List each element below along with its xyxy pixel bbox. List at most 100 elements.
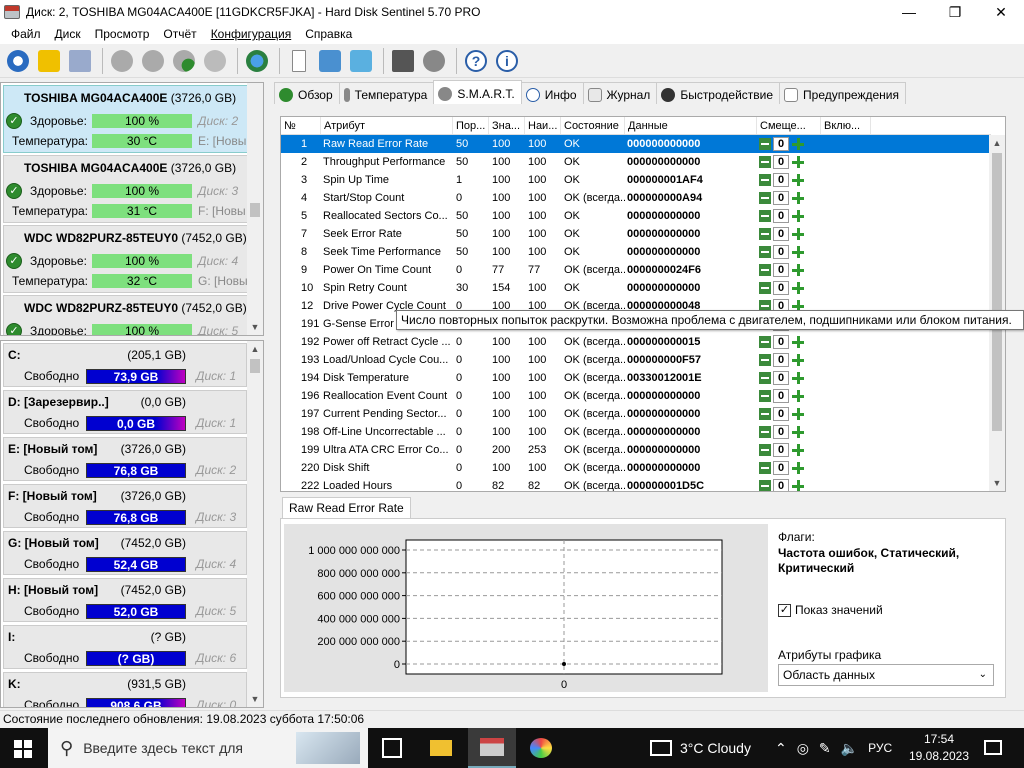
col-status[interactable]: Состояние [561, 117, 625, 134]
volume-card[interactable]: H: [Новый том] (7452,0 GB) Свободно 52,0… [3, 578, 247, 622]
minus-icon[interactable] [759, 228, 771, 240]
offset-value[interactable]: 0 [773, 155, 789, 169]
minus-icon[interactable] [759, 246, 771, 258]
plus-icon[interactable] [792, 390, 804, 402]
volume-icon[interactable]: 🔈 [841, 740, 858, 757]
table-row[interactable]: ✓ 197 Current Pending Sector... 0 100 10… [281, 405, 991, 423]
plus-icon[interactable] [792, 156, 804, 168]
windows-start-icon[interactable] [14, 740, 32, 758]
menu-disk[interactable]: Диск [48, 27, 88, 41]
table-row[interactable]: ✓ 198 Off-Line Uncorrectable ... 0 100 1… [281, 423, 991, 441]
minus-icon[interactable] [759, 156, 771, 168]
plus-icon[interactable] [792, 336, 804, 348]
graph-attr-select[interactable]: Область данных ⌄ [778, 664, 994, 686]
network-icon[interactable]: ◎ [797, 740, 809, 757]
task-view-icon[interactable] [382, 738, 402, 758]
minus-icon[interactable] [759, 192, 771, 204]
table-row[interactable]: ✓ 10 Spin Retry Count 30 154 100 OK 0000… [281, 279, 991, 297]
plus-icon[interactable] [792, 210, 804, 222]
tab-smart[interactable]: S.M.A.R.T. [433, 80, 522, 104]
minus-icon[interactable] [759, 138, 771, 150]
disk-card[interactable]: WDC WD82PURZ-85TEUY0 (7452,0 GB) ✓ Здоро… [3, 225, 249, 293]
col-value[interactable]: Зна... [489, 117, 525, 134]
minus-icon[interactable] [759, 210, 771, 222]
table-row[interactable]: ✓ 7 Seek Error Rate 50 100 100 OK 000000… [281, 225, 991, 243]
plus-icon[interactable] [792, 228, 804, 240]
offset-value[interactable]: 0 [773, 209, 789, 223]
disk-card[interactable]: TOSHIBA MG04ACA400E (3726,0 GB) ✓ Здоров… [3, 85, 253, 153]
col-data[interactable]: Данные [625, 117, 757, 134]
plus-icon[interactable] [792, 174, 804, 186]
menu-file[interactable]: Файл [4, 27, 48, 41]
table-row[interactable]: 222 Loaded Hours 0 82 82 OK (всегда... 0… [281, 477, 991, 491]
offset-value[interactable]: 0 [773, 461, 789, 475]
refresh-icon[interactable] [4, 47, 32, 75]
plus-icon[interactable] [792, 192, 804, 204]
offset-value[interactable]: 0 [773, 245, 789, 259]
menu-help[interactable]: Справка [298, 27, 359, 41]
report-icon[interactable] [285, 47, 313, 75]
table-row[interactable]: ✓ 3 Spin Up Time 1 100 100 OK 000000001A… [281, 171, 991, 189]
volume-card[interactable]: F: [Новый том] (3726,0 GB) Свободно 76,8… [3, 484, 247, 528]
table-row[interactable]: 9 Power On Time Count 0 77 77 OK (всегда… [281, 261, 991, 279]
taskbar-hds-app[interactable] [468, 728, 516, 768]
volume-list-scrollbar[interactable]: ▲ ▼ [247, 341, 263, 707]
monitor-icon[interactable] [389, 47, 417, 75]
scroll-down-icon[interactable]: ▼ [989, 475, 1005, 491]
plus-icon[interactable] [792, 246, 804, 258]
plus-icon[interactable] [792, 408, 804, 420]
file-explorer-icon[interactable] [430, 740, 452, 756]
menu-view[interactable]: Просмотр [88, 27, 157, 41]
tab-temperature[interactable]: Температура [338, 82, 435, 104]
disk-settings-icon[interactable] [201, 47, 229, 75]
plus-icon[interactable] [792, 480, 804, 491]
plus-icon[interactable] [792, 264, 804, 276]
scroll-up-icon[interactable]: ▲ [247, 341, 263, 357]
disk-list-scrollbar[interactable]: ▼ [247, 83, 263, 335]
language-indicator[interactable]: РУС [868, 741, 892, 755]
volume-card[interactable]: I: (? GB) Свободно (? GB) Диск: 6 [3, 625, 247, 669]
offset-value[interactable]: 0 [773, 479, 789, 491]
tab-alerts[interactable]: Предупреждения [779, 82, 906, 104]
offset-value[interactable]: 0 [773, 173, 789, 187]
minus-icon[interactable] [759, 444, 771, 456]
sound-icon[interactable] [420, 47, 448, 75]
table-row[interactable]: ✓ 5 Reallocated Sectors Co... 50 100 100… [281, 207, 991, 225]
minus-icon[interactable] [759, 390, 771, 402]
minus-icon[interactable] [759, 282, 771, 294]
table-row[interactable]: ✓ 1 Raw Read Error Rate 50 100 100 OK 00… [281, 135, 991, 153]
scroll-down-icon[interactable]: ▼ [247, 691, 263, 707]
plus-icon[interactable] [792, 462, 804, 474]
table-row[interactable]: 193 Load/Unload Cycle Cou... 0 100 100 O… [281, 351, 991, 369]
disk-check-icon[interactable] [170, 47, 198, 75]
minus-icon[interactable] [759, 372, 771, 384]
plus-icon[interactable] [792, 372, 804, 384]
offset-value[interactable]: 0 [773, 335, 789, 349]
paint-icon[interactable] [530, 738, 552, 758]
disk-test-icon[interactable] [108, 47, 136, 75]
scroll-down-icon[interactable]: ▼ [247, 319, 263, 335]
minus-icon[interactable] [759, 336, 771, 348]
col-offset[interactable]: Смеще... [757, 117, 821, 134]
weather-text[interactable]: 3°C Cloudy [680, 740, 751, 756]
offset-value[interactable]: 0 [773, 371, 789, 385]
offset-value[interactable]: 0 [773, 353, 789, 367]
menu-config[interactable]: Конфигурация [204, 27, 299, 41]
volume-card[interactable]: E: [Новый том] (3726,0 GB) Свободно 76,8… [3, 437, 247, 481]
notifications-icon[interactable] [984, 740, 1002, 755]
plus-icon[interactable] [792, 426, 804, 438]
offset-value[interactable]: 0 [773, 137, 789, 151]
plus-icon[interactable] [792, 444, 804, 456]
plus-icon[interactable] [792, 138, 804, 150]
tab-overview[interactable]: Обзор [274, 82, 340, 104]
offset-value[interactable]: 0 [773, 425, 789, 439]
web-icon[interactable] [243, 47, 271, 75]
clock[interactable]: 17:54 19.08.2023 [904, 731, 974, 765]
volume-card[interactable]: K: (931,5 GB) Свободно 908,6 GB Диск: 0 [3, 672, 247, 707]
taskbar-search[interactable]: ⚲ Введите здесь текст для [48, 728, 368, 768]
weather-icon[interactable] [650, 740, 672, 756]
volume-card[interactable]: G: [Новый том] (7452,0 GB) Свободно 52,4… [3, 531, 247, 575]
pen-icon[interactable]: ✎ [819, 740, 831, 757]
disk-card[interactable]: TOSHIBA MG04ACA400E (3726,0 GB) ✓ Здоров… [3, 155, 249, 223]
minus-icon[interactable] [759, 174, 771, 186]
